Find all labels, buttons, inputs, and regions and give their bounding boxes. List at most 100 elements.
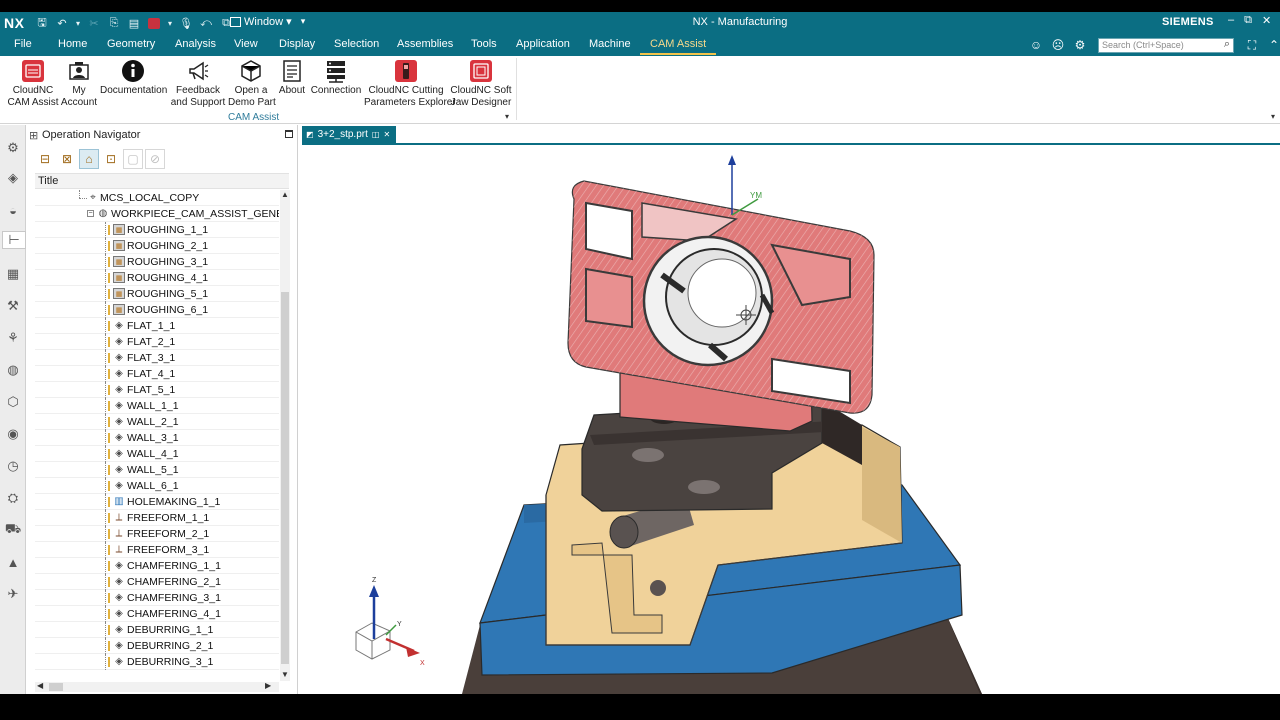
- tab-tools[interactable]: Tools: [471, 38, 497, 50]
- cloudnc-cam-assist-button[interactable]: CloudNC CAM Assist: [7, 59, 59, 109]
- machine-tool-view-icon[interactable]: ⊠: [57, 149, 77, 169]
- tree-row-workpiece[interactable]: −◍WORKPIECE_CAM_ASSIST_GENERATED: [35, 206, 279, 222]
- operation-row[interactable]: ▦ ROUGHING_6_1: [35, 302, 279, 318]
- constraint-navigator-icon[interactable]: ◒: [4, 201, 22, 219]
- save-icon[interactable]: 🖫: [34, 15, 50, 31]
- maximize-panel-button[interactable]: [285, 130, 293, 138]
- operation-row[interactable]: ◈ DEBURRING_1_1: [35, 622, 279, 638]
- operation-row[interactable]: ▦ ROUGHING_2_1: [35, 238, 279, 254]
- view-triad[interactable]: Z Y X: [355, 577, 425, 667]
- operation-row[interactable]: ◈ CHAMFERING_3_1: [35, 590, 279, 606]
- operation-row[interactable]: ◈ WALL_5_1: [35, 462, 279, 478]
- history-clock-icon[interactable]: ◷: [4, 457, 22, 475]
- copy-icon[interactable]: ⎘: [106, 15, 122, 31]
- search-icon[interactable]: ⌕: [1224, 38, 1230, 51]
- smiley-feedback-icon[interactable]: ☺: [1028, 37, 1044, 53]
- role-gear-icon[interactable]: ⚙: [1072, 37, 1088, 53]
- graphics-window[interactable]: ◩ 3+2_stp.prt ◫ ✕ YM Z Y X: [302, 125, 1280, 694]
- operation-navigator-tab-icon[interactable]: ⊢: [2, 231, 26, 249]
- tab-file[interactable]: File: [14, 38, 32, 50]
- horizontal-scrollbar[interactable]: ◀ ▶: [35, 681, 279, 692]
- color-palette-icon[interactable]: ▲: [4, 553, 22, 571]
- machining-method-view-icon[interactable]: ⊡: [101, 149, 121, 169]
- tab-application[interactable]: Application: [516, 38, 570, 50]
- operation-row[interactable]: ◈ WALL_4_1: [35, 446, 279, 462]
- collapse-toggle-icon[interactable]: −: [87, 210, 94, 217]
- operation-row[interactable]: ▦ ROUGHING_3_1: [35, 254, 279, 270]
- tab-selection[interactable]: Selection: [334, 38, 379, 50]
- command-search-input[interactable]: Search (Ctrl+Space) ⌕: [1098, 37, 1234, 53]
- tab-home[interactable]: Home: [58, 38, 87, 50]
- ribbon-expand-icon[interactable]: ▾: [1271, 112, 1275, 121]
- horizontal-scroll-thumb[interactable]: [49, 683, 63, 691]
- operation-row[interactable]: ▥ HOLEMAKING_1_1: [35, 494, 279, 510]
- document-tab[interactable]: ◩ 3+2_stp.prt ◫ ✕: [302, 126, 397, 143]
- tab-float-icon[interactable]: ◫: [372, 130, 380, 139]
- machine-builder-icon[interactable]: ⛟: [4, 521, 22, 539]
- assembly-navigator-icon[interactable]: ◈: [4, 169, 22, 187]
- window-menu[interactable]: Window ▾ ▾: [230, 15, 305, 28]
- reuse-library-icon[interactable]: ⬡: [4, 393, 22, 411]
- redo-icon[interactable]: ✂: [86, 15, 102, 31]
- customize-dropdown-icon[interactable]: ▾: [301, 16, 306, 27]
- operation-row[interactable]: ◈ CHAMFERING_1_1: [35, 558, 279, 574]
- operation-row[interactable]: ◈ WALL_3_1: [35, 430, 279, 446]
- operation-row[interactable]: ⟂ FREEFORM_1_1: [35, 510, 279, 526]
- tab-view[interactable]: View: [234, 38, 258, 50]
- vertical-scroll-thumb[interactable]: [281, 292, 289, 664]
- operation-row[interactable]: ◈ FLAT_3_1: [35, 350, 279, 366]
- operation-row[interactable]: ▦ ROUGHING_5_1: [35, 286, 279, 302]
- tab-display[interactable]: Display: [279, 38, 315, 50]
- restore-button[interactable]: ⧉: [1244, 14, 1252, 27]
- tab-assemblies[interactable]: Assemblies: [397, 38, 453, 50]
- microphone-icon[interactable]: 🎙: [178, 15, 194, 31]
- roles-icon[interactable]: ✈: [4, 585, 22, 603]
- ribbon-more-icon[interactable]: ▾: [505, 112, 509, 121]
- operation-row[interactable]: ◈ WALL_6_1: [35, 478, 279, 494]
- operation-row[interactable]: ▦ ROUGHING_4_1: [35, 270, 279, 286]
- operation-row[interactable]: ◈ WALL_1_1: [35, 398, 279, 414]
- tab-geometry[interactable]: Geometry: [107, 38, 155, 50]
- 3d-model-viewport[interactable]: YM Z Y X: [302, 145, 1280, 694]
- operation-row[interactable]: ◈ WALL_2_1: [35, 414, 279, 430]
- documentation-button[interactable]: Documentation: [100, 59, 167, 97]
- collapse-ribbon-icon[interactable]: ⌃: [1266, 37, 1280, 53]
- disabled-delete-icon[interactable]: ⊘: [145, 149, 165, 169]
- operation-row[interactable]: ▦ ROUGHING_1_1: [35, 222, 279, 238]
- paste-icon[interactable]: ▤: [126, 15, 142, 31]
- operation-row[interactable]: ◈ DEBURRING_2_1: [35, 638, 279, 654]
- tab-cam-assist[interactable]: CAM Assist: [639, 38, 717, 55]
- tab-close-icon[interactable]: ✕: [383, 130, 390, 139]
- touch-mode-icon[interactable]: ⤺: [198, 15, 214, 31]
- soft-jaw-designer-button[interactable]: CloudNC Soft Jaw Designer: [450, 59, 512, 109]
- scroll-up-icon[interactable]: ▲: [280, 190, 290, 199]
- operation-row[interactable]: ⟂ FREEFORM_2_1: [35, 526, 279, 542]
- scroll-right-icon[interactable]: ▶: [265, 681, 271, 690]
- operation-row[interactable]: ◈ DEBURRING_3_1: [35, 654, 279, 670]
- tree-row-mcs[interactable]: ⌖ MCS_LOCAL_COPY: [35, 190, 279, 206]
- geometry-view-icon[interactable]: ⌂: [79, 149, 99, 169]
- close-button[interactable]: ✕: [1262, 14, 1271, 27]
- operation-row[interactable]: ◈ FLAT_5_1: [35, 382, 279, 398]
- tab-machine[interactable]: Machine: [589, 38, 631, 50]
- undo-dropdown-icon[interactable]: ▾: [74, 15, 82, 31]
- connection-button[interactable]: Connection: [310, 59, 362, 97]
- fullscreen-icon[interactable]: ⛶: [1244, 37, 1260, 53]
- operation-row[interactable]: ◈ FLAT_1_1: [35, 318, 279, 334]
- feedback-support-button[interactable]: Feedback and Support: [170, 59, 226, 109]
- machine-tool-navigator-icon[interactable]: ▦: [4, 265, 22, 283]
- cam-assist-quick-icon[interactable]: [148, 17, 160, 29]
- tab-analysis[interactable]: Analysis: [175, 38, 216, 50]
- open-demo-part-button[interactable]: Open a Demo Part: [228, 59, 276, 109]
- disabled-generate-icon[interactable]: ▢: [123, 149, 143, 169]
- undo-icon[interactable]: ↶: [54, 15, 70, 31]
- machining-feature-icon[interactable]: ◍: [4, 361, 22, 379]
- scroll-down-icon[interactable]: ▼: [280, 670, 290, 679]
- operation-row[interactable]: ◈ FLAT_4_1: [35, 366, 279, 382]
- operation-row[interactable]: ◈ CHAMFERING_2_1: [35, 574, 279, 590]
- minimize-button[interactable]: –: [1228, 14, 1234, 27]
- app-dropdown-icon[interactable]: ▾: [166, 15, 174, 31]
- about-button[interactable]: About: [276, 59, 308, 97]
- frown-feedback-icon[interactable]: ☹: [1050, 37, 1066, 53]
- my-account-button[interactable]: My Account: [59, 59, 99, 109]
